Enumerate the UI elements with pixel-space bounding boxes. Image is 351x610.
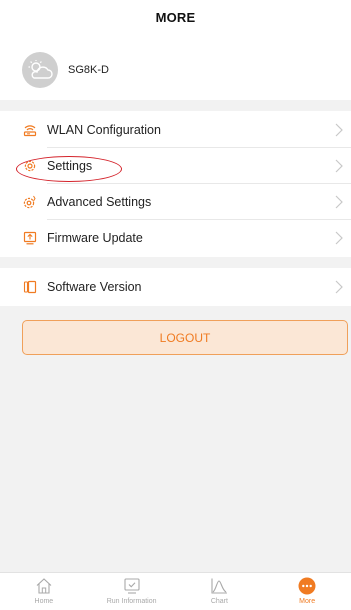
device-profile[interactable]: SG8K-D: [22, 52, 222, 88]
chevron-right-icon: [335, 195, 343, 209]
menu-item-firmware-update[interactable]: Firmware Update: [0, 220, 351, 256]
software-version-icon: [23, 280, 37, 294]
menu-item-wlan-configuration[interactable]: WLAN Configuration: [0, 112, 351, 148]
cloud-sun-icon: [28, 60, 53, 79]
device-name: SG8K-D: [68, 64, 109, 76]
tab-label: More: [299, 598, 316, 605]
logout-button[interactable]: LOGOUT: [22, 320, 348, 355]
tab-run-information[interactable]: Run Information: [88, 573, 176, 610]
wifi-router-icon: [23, 125, 37, 137]
upload-icon: [23, 231, 37, 245]
home-icon: [36, 578, 52, 594]
monitor-icon: [124, 578, 140, 594]
header-panel: MORE SG8K-D: [0, 0, 351, 100]
tab-more[interactable]: More: [263, 573, 351, 610]
bottom-tab-bar: Home Run Information Chart More: [0, 572, 351, 610]
avatar: [22, 52, 58, 88]
menu-item-advanced-settings[interactable]: Advanced Settings: [0, 184, 351, 220]
menu-item-label: Firmware Update: [47, 231, 143, 245]
chevron-right-icon: [335, 159, 343, 173]
chevron-right-icon: [335, 231, 343, 245]
chart-icon: [211, 578, 228, 594]
menu-item-label: Advanced Settings: [47, 195, 152, 209]
chevron-right-icon: [335, 280, 343, 294]
tab-label: Chart: [210, 598, 228, 605]
menu-group-info: Software Version: [0, 268, 351, 306]
tab-home[interactable]: Home: [0, 573, 88, 610]
tab-label: Run Information: [106, 598, 157, 605]
tab-label: Home: [34, 598, 54, 605]
chevron-right-icon: [335, 123, 343, 137]
advanced-gear-icon: [23, 195, 36, 209]
more-dots-icon: [298, 577, 316, 595]
tab-chart[interactable]: Chart: [176, 573, 264, 610]
menu-item-settings[interactable]: Settings: [0, 148, 351, 184]
menu-item-label: WLAN Configuration: [47, 123, 161, 137]
page-title: MORE: [155, 10, 196, 25]
menu-item-label: Software Version: [47, 280, 142, 294]
menu-item-software-version[interactable]: Software Version: [0, 269, 351, 305]
menu-item-label: Settings: [47, 159, 93, 173]
menu-group-settings: WLAN Configuration Settings Advanced Set…: [0, 111, 351, 257]
gear-icon: [24, 160, 36, 172]
